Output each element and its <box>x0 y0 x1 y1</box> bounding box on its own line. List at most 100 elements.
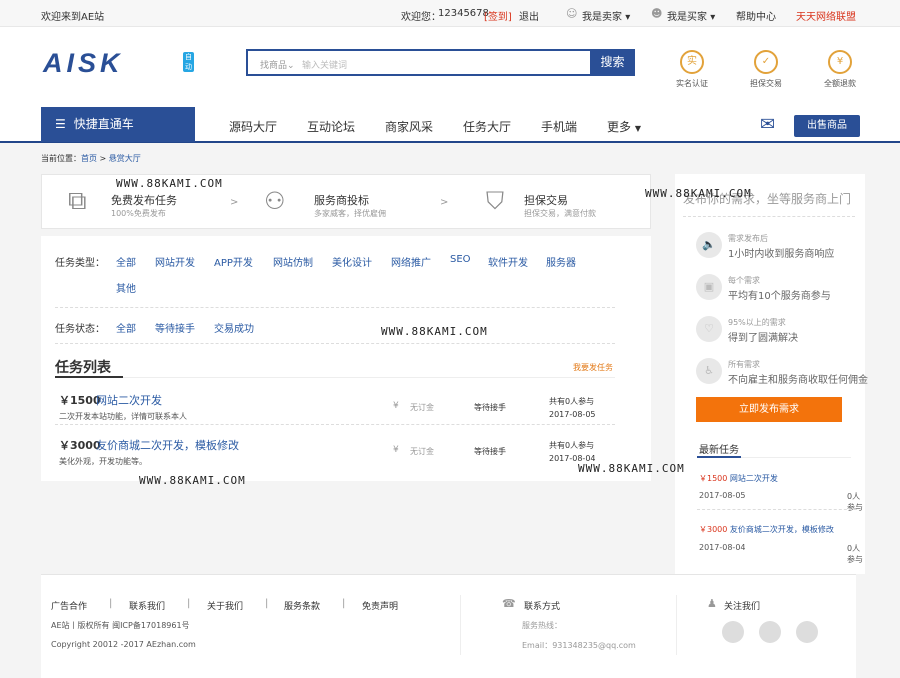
footer-divider: | <box>109 598 113 609</box>
type-filter-option[interactable]: 网站仿制 <box>273 254 313 269</box>
edit-icon: ⧉ <box>68 186 87 216</box>
seller-menu[interactable]: 我是卖家 ▾ <box>582 8 630 23</box>
breadcrumb-home[interactable]: 首页 <box>81 154 97 163</box>
footer-divider: | <box>342 598 346 609</box>
benefit-big: 1小时内收到服务商响应 <box>728 249 835 260</box>
watermark: WWW.88KAMI.COM <box>645 187 752 200</box>
follow-title: 关注我们 <box>724 602 761 612</box>
chevron-down-icon: ▾ <box>710 12 716 23</box>
union-link[interactable]: 天天网络联盟 <box>796 8 856 23</box>
sidebar-benefit: ♡ 95%以上的需求 得到了圆满解决 <box>696 316 861 346</box>
signin-link[interactable]: [签到] <box>484 8 512 23</box>
nav-item-tasks[interactable]: 任务大厅 <box>463 118 511 135</box>
type-filter-option[interactable]: 美化设计 <box>332 254 372 269</box>
task-participants: 共有0人参与 <box>549 441 595 450</box>
divider <box>683 216 855 217</box>
seller-icon: ☺ <box>566 7 578 20</box>
footer-link[interactable]: 免责声明 <box>362 599 398 612</box>
wechat-icon[interactable] <box>722 621 744 643</box>
breadcrumb-separator: > <box>99 154 107 163</box>
realname-icon: 实 <box>680 50 704 74</box>
latest-task-link[interactable]: ￥3000 友价商城二次开发，模板修改 <box>699 524 834 535</box>
feature-realname: 实 实名认证 <box>670 50 714 89</box>
benefit-small: 95%以上的需求 <box>728 318 786 327</box>
footer-link[interactable]: 服务条款 <box>284 599 320 612</box>
status-filter-option[interactable]: 等待接手 <box>155 320 195 335</box>
sell-button[interactable]: 出售商品 <box>794 115 860 137</box>
footer-link[interactable]: 联系我们 <box>129 599 165 612</box>
divider <box>55 307 615 308</box>
site-logo[interactable]: AISK 自动 <box>43 50 194 77</box>
phone-icon: ☎ <box>502 597 516 610</box>
latest-price: ￥1500 <box>699 474 728 483</box>
divider <box>55 343 615 344</box>
type-filter-option[interactable]: 网络推广 <box>391 254 431 269</box>
chevron-right-icon: > <box>440 197 449 208</box>
benefit-big: 得到了圆满解决 <box>728 333 798 344</box>
accessibility-icon: ♿ <box>696 358 722 384</box>
publish-request-button[interactable]: 立即发布需求 <box>696 397 842 422</box>
search-input[interactable]: 输入关键词 <box>302 58 347 71</box>
search-category-select[interactable]: 找商品⌄ <box>260 58 295 71</box>
type-filter-option[interactable]: APP开发 <box>214 254 253 269</box>
type-filter-option[interactable]: 全部 <box>116 254 136 269</box>
task-title[interactable]: 友价商城二次开发，模板修改 <box>96 437 239 453</box>
search-category-label: 找商品 <box>260 61 288 71</box>
feature-label: 全额退款 <box>824 79 856 88</box>
divider <box>741 457 851 458</box>
search-button[interactable]: 搜索 <box>590 49 635 76</box>
buyer-menu[interactable]: 我是买家 ▾ <box>667 8 715 23</box>
type-filter-option[interactable]: SEO <box>450 254 471 265</box>
type-filter-option[interactable]: 其他 <box>116 280 136 295</box>
nav-item-merchants[interactable]: 商家风采 <box>385 118 433 135</box>
heading-underline <box>697 456 741 458</box>
breadcrumb-current[interactable]: 悬赏大厅 <box>109 154 141 163</box>
heart-icon: ♡ <box>696 316 722 342</box>
status-filter-option[interactable]: 全部 <box>116 320 136 335</box>
breadcrumb: 当前位置：首页 > 悬赏大厅 <box>41 153 141 164</box>
search-box: 找商品⌄ 输入关键词 <box>246 49 635 76</box>
type-filter-option[interactable]: 服务器 <box>546 254 576 269</box>
task-participants: 共有0人参与 <box>549 397 595 406</box>
task-desc: 二次开发本站功能，详情可联系本人 <box>59 412 187 421</box>
watermark: WWW.88KAMI.COM <box>381 325 488 338</box>
type-filter-option[interactable]: 软件开发 <box>488 254 528 269</box>
user-icon: ♟ <box>707 597 717 610</box>
status-filter-option[interactable]: 交易成功 <box>214 320 254 335</box>
hotline-label: 服务热线： <box>522 621 562 630</box>
nav-item-source[interactable]: 源码大厅 <box>229 118 277 135</box>
weibo-icon[interactable] <box>796 621 818 643</box>
feature-label: 担保交易 <box>750 79 782 88</box>
shield-check-icon: ✓ <box>754 50 778 74</box>
latest-count: 0人参与 <box>847 544 863 564</box>
task-deposit: 无订金 <box>410 403 434 412</box>
nav-item-forum[interactable]: 互动论坛 <box>307 118 355 135</box>
footer-icp: AE站丨版权所有 闽ICP备17018961号 <box>51 621 190 630</box>
heading-underline <box>55 376 123 378</box>
logout-link[interactable]: 退出 <box>519 8 539 23</box>
yen-icon: ¥ <box>828 50 852 74</box>
footer-copyright: Copyright 20012 -2017 AEzhan.com <box>51 640 196 649</box>
latest-task-link[interactable]: ￥1500 网站二次开发 <box>699 473 778 484</box>
qq-icon[interactable] <box>759 621 781 643</box>
latest-tasks-panel: 最新任务 ￥1500 网站二次开发 2017-08-05 0人参与 ￥3000 … <box>675 434 865 574</box>
divider <box>123 377 615 378</box>
nav-item-mobile[interactable]: 手机端 <box>541 118 577 135</box>
task-deposit: 无订金 <box>410 447 434 456</box>
user-prefix: 欢迎您： <box>401 12 441 23</box>
type-filter-option[interactable]: 网站开发 <box>155 254 195 269</box>
step-title: 担保交易 <box>524 194 568 207</box>
help-link[interactable]: 帮助中心 <box>736 8 776 23</box>
nav-item-more[interactable]: 更多 ▼ <box>607 118 641 135</box>
quick-nav-button[interactable]: ☰ 快捷直通车 <box>41 107 195 142</box>
footer-link[interactable]: 关于我们 <box>207 599 243 612</box>
username[interactable]: 12345678 <box>438 8 489 19</box>
footer-link[interactable]: 广告合作 <box>51 599 87 612</box>
step-sub: 100%免费发布 <box>111 209 166 218</box>
benefit-big: 平均有10个服务商参与 <box>728 291 831 302</box>
step-sub: 多家威客，择优雇佣 <box>314 209 386 218</box>
task-title[interactable]: 网站二次开发 <box>96 392 162 408</box>
publish-task-link[interactable]: 我要发任务 <box>573 362 613 373</box>
buyer-label: 我是买家 <box>667 12 707 23</box>
benefit-small: 所有需求 <box>728 360 760 369</box>
